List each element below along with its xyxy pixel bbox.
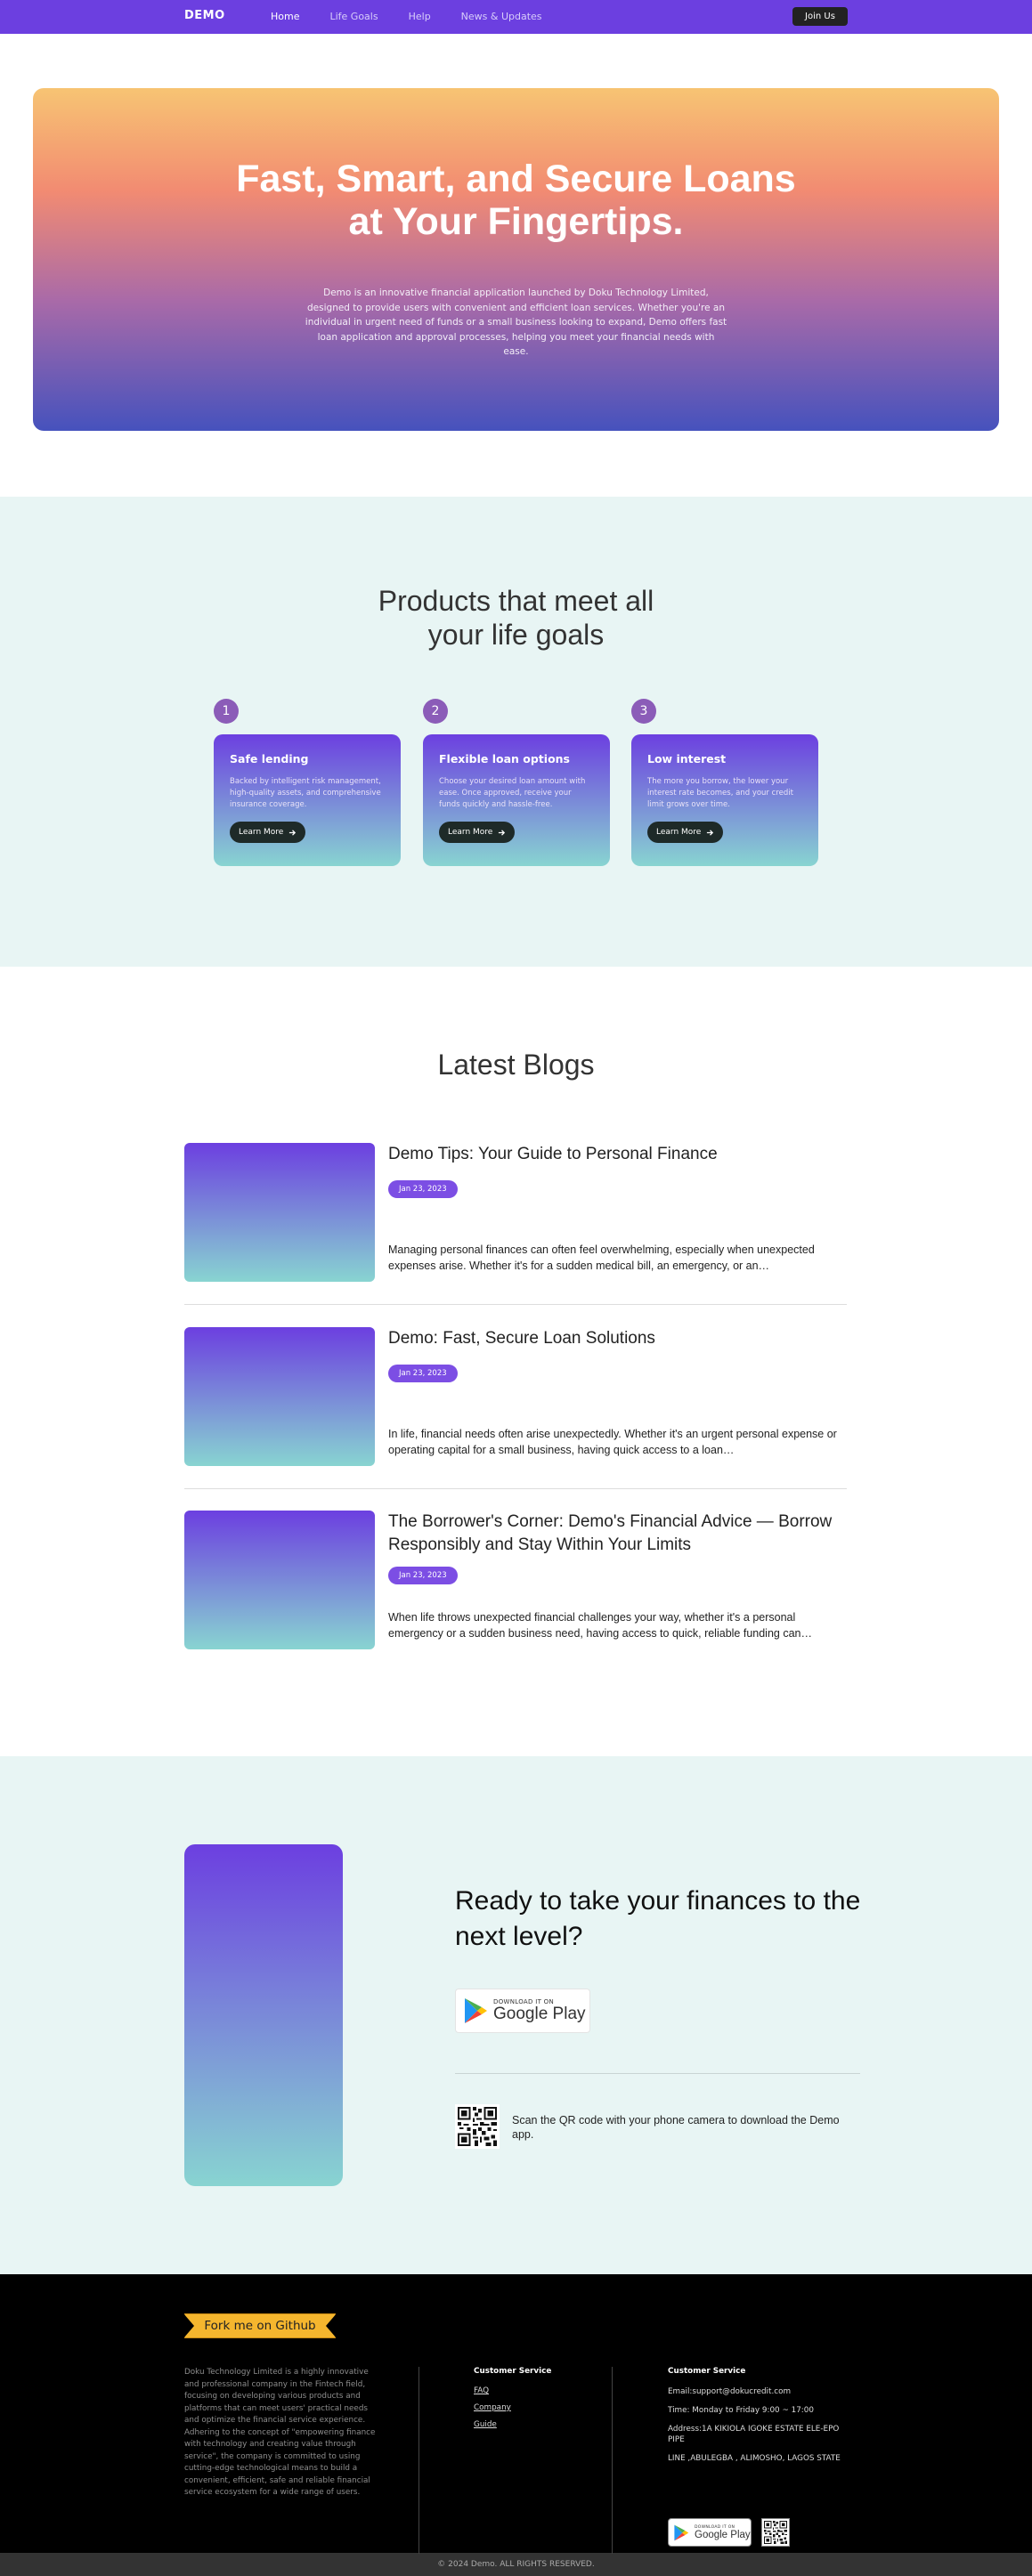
- arrow-right-icon: [499, 829, 506, 836]
- learn-more-button[interactable]: Learn More: [230, 822, 306, 843]
- phone-mockup: [184, 1844, 343, 2186]
- hero-title-line2: at Your Fingertips.: [348, 200, 684, 244]
- product-card: Safe lending Backed by intelligent risk …: [214, 734, 401, 866]
- product-description: The more you borrow, the lower your inte…: [647, 777, 793, 809]
- product-description: Backed by intelligent risk management, h…: [230, 777, 381, 809]
- google-play-name: Google Play: [695, 2529, 751, 2540]
- footer: Fork me on Github Doku Technology Limite…: [0, 2274, 1032, 2554]
- nav-links: Home Life Goals Help News & Updates: [271, 11, 573, 22]
- footer-link-guide[interactable]: Guide: [474, 2420, 551, 2429]
- download-title: Ready to take your finances to the next …: [455, 1886, 861, 1951]
- blog-thumbnail[interactable]: [184, 1143, 375, 1282]
- hero-title: Fast, Smart, and Secure Loans at Your Fin…: [33, 158, 999, 243]
- google-play-icon: [674, 2524, 689, 2540]
- scan-instructions: Scan the QR code with your phone camera …: [512, 2114, 840, 2141]
- product-card: Flexible loan options Choose your desire…: [423, 734, 610, 866]
- download-divider: [455, 2073, 860, 2074]
- product-number: 3: [631, 699, 656, 724]
- product-card: Low interest The more you borrow, the lo…: [631, 734, 818, 866]
- blog-thumbnail[interactable]: [184, 1327, 375, 1466]
- footer-email[interactable]: Email:support@dokucredit.com: [668, 2386, 846, 2397]
- blog-date-badge: Jan 23, 2023: [388, 1567, 458, 1584]
- nav-link-home[interactable]: Home: [271, 11, 299, 22]
- footer-contact-column: Customer Service Email:support@dokucredi…: [668, 2367, 846, 2472]
- nav-link-help[interactable]: Help: [409, 11, 431, 22]
- learn-more-label: Learn More: [448, 828, 493, 837]
- footer-address-line2: LINE ,ABULEGBA , ALIMOSHO, LAGOS STATE: [668, 2454, 841, 2463]
- top-nav: DEMO Home Life Goals Help News & Updates…: [0, 0, 1032, 34]
- footer-divider: [418, 2367, 419, 2554]
- google-play-text: DOWNLOAD IT ON Google Play: [695, 2525, 751, 2540]
- blog-divider: [184, 1304, 847, 1305]
- hero-description: Demo is an innovative financial applicat…: [305, 288, 727, 358]
- copyright-text: © 2024 Demo. ALL RIGHTS RESERVED.: [437, 2560, 595, 2569]
- learn-more-label: Learn More: [656, 828, 702, 837]
- learn-more-label: Learn More: [239, 828, 284, 837]
- blog-date-badge: Jan 23, 2023: [388, 1365, 458, 1382]
- product-item: 1 Safe lending Backed by intelligent ris…: [214, 699, 401, 866]
- footer-divider: [612, 2367, 613, 2554]
- blog-excerpt: In life, financial needs often arise une…: [388, 1428, 837, 1456]
- hero-title-line1: Fast, Smart, and Secure Loans: [236, 158, 796, 200]
- product-number: 1: [214, 699, 239, 724]
- products-title-line1: Products that meet all: [378, 585, 654, 617]
- google-play-icon: [465, 1998, 487, 2023]
- hero-banner: Fast, Smart, and Secure Loans at Your Fin…: [33, 88, 999, 431]
- product-item: 3 Low interest The more you borrow, the …: [631, 699, 818, 866]
- arrow-right-icon: [707, 829, 714, 836]
- product-title: Low interest: [647, 752, 727, 766]
- download-section: Ready to take your finances to the next …: [0, 1756, 1032, 2274]
- footer-time: Time: Monday to Friday 9:00 ~ 17:00: [668, 2406, 814, 2415]
- blog-date-badge: Jan 23, 2023: [388, 1180, 458, 1198]
- hero-section: Fast, Smart, and Secure Loans at Your Fin…: [0, 34, 1032, 497]
- nav-link-news[interactable]: News & Updates: [461, 11, 542, 22]
- learn-more-button[interactable]: Learn More: [647, 822, 724, 843]
- join-us-button[interactable]: Join Us: [792, 7, 848, 26]
- product-item: 2 Flexible loan options Choose your desi…: [423, 699, 610, 866]
- footer-col-heading: Customer Service: [668, 2367, 746, 2376]
- blogs-section: Latest Blogs Demo Tips: Your Guide to Pe…: [0, 967, 1032, 1756]
- blog-excerpt: Managing personal finances can often fee…: [388, 1243, 815, 1272]
- footer-address: Address:1A KIKIOLA IGOKE ESTATE ELE-EPO …: [668, 2425, 840, 2444]
- footer-col-heading: Customer Service: [474, 2367, 552, 2376]
- qr-code-icon: [764, 2521, 787, 2544]
- blog-title[interactable]: The Borrower's Corner: Demo's Financial …: [388, 1511, 842, 1557]
- learn-more-button[interactable]: Learn More: [439, 822, 516, 843]
- footer-qr-code: [761, 2518, 790, 2547]
- blog-thumbnail[interactable]: [184, 1511, 375, 1649]
- blogs-title: Latest Blogs: [437, 1049, 595, 1081]
- blog-title[interactable]: Demo: Fast, Secure Loan Solutions: [388, 1327, 842, 1350]
- product-title: Flexible loan options: [439, 752, 570, 766]
- copyright-bar: © 2024 Demo. ALL RIGHTS RESERVED.: [0, 2553, 1032, 2576]
- footer-links-column: Customer Service FAQ Company Guide: [474, 2367, 551, 2437]
- products-section: Products that meet all your life goals 1 …: [0, 497, 1032, 967]
- blog-divider: [184, 1488, 847, 1489]
- products-title-line2: your life goals: [427, 619, 605, 651]
- company-about: Doku Technology Limited is a highly inno…: [184, 2368, 376, 2497]
- logo[interactable]: DEMO: [184, 9, 225, 22]
- blog-title[interactable]: Demo Tips: Your Guide to Personal Financ…: [388, 1143, 842, 1166]
- fork-github-ribbon[interactable]: Fork me on Github: [183, 2313, 337, 2338]
- arrow-right-icon: [289, 829, 297, 836]
- footer-link-faq[interactable]: FAQ: [474, 2386, 551, 2395]
- google-play-name: Google Play: [493, 2005, 586, 2023]
- google-play-text: DOWNLOAD IT ON Google Play: [493, 1998, 586, 2023]
- nav-link-life-goals[interactable]: Life Goals: [329, 11, 378, 22]
- google-play-button[interactable]: DOWNLOAD IT ON Google Play: [455, 1989, 590, 2033]
- product-title: Safe lending: [230, 752, 309, 766]
- blog-excerpt: When life throws unexpected financial ch…: [388, 1611, 812, 1640]
- qr-code-icon: [458, 2107, 497, 2146]
- footer-link-company[interactable]: Company: [474, 2403, 551, 2412]
- products-title: Products that meet all your life goals: [0, 584, 1032, 652]
- qr-code: [455, 2104, 500, 2149]
- product-number: 2: [423, 699, 448, 724]
- product-description: Choose your desired loan amount with eas…: [439, 777, 586, 809]
- footer-google-play-button[interactable]: DOWNLOAD IT ON Google Play: [668, 2518, 752, 2547]
